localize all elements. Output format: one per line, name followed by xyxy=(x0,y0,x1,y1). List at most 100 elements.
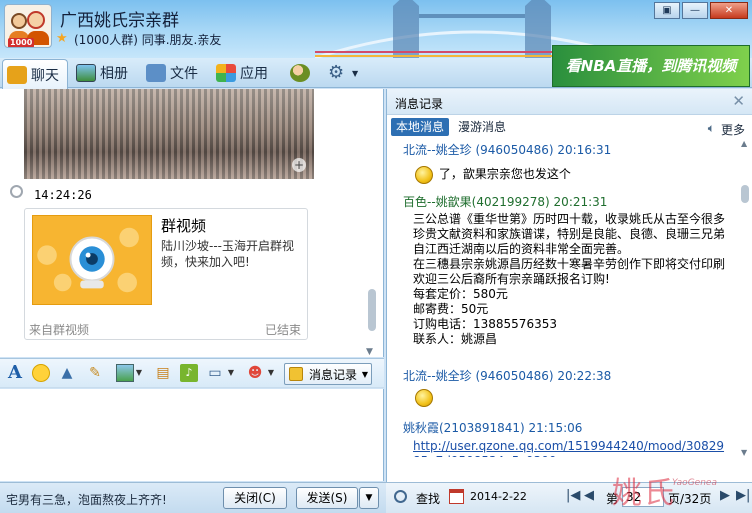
message-text: 联系人：姚源昌 xyxy=(413,332,498,346)
ad-banner[interactable]: 看NBA直播，到腾讯视频 xyxy=(552,45,750,87)
screenshot-icon[interactable]: ▭ xyxy=(206,364,224,382)
message-text: 了，歆果宗亲您也发这个 xyxy=(438,167,571,181)
zoom-in-icon[interactable]: + xyxy=(292,158,306,172)
chevron-down-icon[interactable]: ▼ xyxy=(266,364,276,382)
window-close-button[interactable]: ✕ xyxy=(710,2,748,19)
search-icon[interactable] xyxy=(394,490,407,503)
apps-grid-icon xyxy=(216,64,236,82)
page-number-input[interactable]: 32 xyxy=(622,487,664,507)
note-edit-icon[interactable]: ✎ xyxy=(86,364,104,382)
chevron-down-icon[interactable]: ▼ xyxy=(741,448,747,457)
last-page-button[interactable]: ▶| xyxy=(736,488,750,503)
font-icon[interactable]: A xyxy=(6,364,24,382)
star-icon: ★ xyxy=(56,31,68,46)
send-options-button[interactable]: ▼ xyxy=(359,487,379,509)
tab-file-label: 文件 xyxy=(170,66,198,82)
video-card-title: 群视频 xyxy=(161,217,207,235)
message-history-label: 消息记录 xyxy=(309,367,358,382)
clock-icon xyxy=(10,185,23,198)
tab-roaming-messages[interactable]: 漫游消息 xyxy=(453,118,511,136)
message-sender: 北流--姚全珍 (946050486) 20:22:38 xyxy=(403,369,612,383)
album-icon xyxy=(76,64,96,82)
message-history-button[interactable]: 消息记录 ▼ xyxy=(284,363,372,385)
chevron-down-icon[interactable]: ▼ xyxy=(366,347,373,357)
input-toolbar: A ▲ ✎ ▼ ▤ ♪ ▭ ▼ ☻ ▼ 消息记录 ▼ xyxy=(0,358,384,388)
chevron-down-icon: ▼ xyxy=(361,369,368,379)
list-item: http://user.qzone.qq.com/1519944240/mood… xyxy=(403,439,729,457)
search-label[interactable]: 查找 xyxy=(416,490,440,507)
message-text: 订购电话：13885576353 xyxy=(413,317,557,331)
tab-app-label: 应用 xyxy=(240,66,268,82)
tab-file[interactable]: 文件 xyxy=(146,59,198,87)
settings-button[interactable]: ⚙ ▼ xyxy=(328,59,362,87)
chevron-down-icon[interactable]: ▼ xyxy=(226,364,236,382)
history-header: 消息记录 ✕ xyxy=(387,89,752,115)
group-subtitle: (1000人群) 同事.朋友.亲友 xyxy=(74,33,222,47)
history-scrollbar-thumb[interactable] xyxy=(741,185,749,203)
list-item: 北流--姚全珍 (946050486) 20:16:31 xyxy=(403,141,737,158)
tab-album[interactable]: 相册 xyxy=(76,59,128,87)
history-date[interactable]: 2014-2-22 xyxy=(470,490,527,503)
list-item: 姚秋霞(2103891841) 21:15:06 xyxy=(403,419,737,436)
list-item xyxy=(403,389,737,407)
message-link[interactable]: http://user.qzone.qq.com/1519944240/mood… xyxy=(413,439,729,457)
previous-page-button[interactable]: ◀ xyxy=(584,488,594,503)
tab-chat-label: 聊天 xyxy=(31,67,59,84)
list-item: 北流--姚全珍 (946050486) 20:22:38 xyxy=(403,367,737,384)
message-text: 在三穗县宗亲姚源昌历经数十寒暑辛劳创作下即将交付印刷欢迎三公后裔所有宗亲踊跃报名… xyxy=(413,257,726,286)
chevron-up-icon[interactable]: ▲ xyxy=(741,139,747,148)
calendar-icon[interactable] xyxy=(449,489,464,504)
message-text: 每套定价：580元 xyxy=(413,287,508,301)
member-count-badge: 1000 xyxy=(8,38,35,47)
video-card-source: 来自群视频 xyxy=(29,323,90,337)
video-card-description: 陆川沙坡---玉海开启群视频，快来加入吧! xyxy=(161,239,294,269)
tab-app[interactable]: 应用 xyxy=(216,59,268,87)
chat-messages-area[interactable]: + 14:24:26 群视频 陆川沙坡---玉海开启群视频，快来加入吧! 来自群… xyxy=(0,89,384,357)
document-icon[interactable]: ▤ xyxy=(154,364,172,382)
minimize-button[interactable]: — xyxy=(682,2,708,19)
smiley-icon xyxy=(415,389,433,407)
group-photo-image[interactable] xyxy=(24,89,314,179)
history-tabs: 本地消息 漫游消息 🔈︎ 更多 xyxy=(387,116,752,138)
group-avatar[interactable]: 1000 xyxy=(4,4,52,48)
send-button[interactable]: 发送(S) xyxy=(296,487,358,509)
history-scrollbar[interactable]: ▲ ▼ xyxy=(739,139,751,457)
window-menu-button[interactable]: ▣ xyxy=(654,2,680,19)
message-input[interactable] xyxy=(0,389,384,481)
magic-expression-icon[interactable]: ☻ xyxy=(246,364,264,382)
emoji-icon[interactable] xyxy=(32,364,50,382)
close-chat-button[interactable]: 关闭(C) xyxy=(223,487,287,509)
group-title[interactable]: 广西姚氏宗亲群 xyxy=(60,6,179,31)
group-video-card[interactable]: 群视频 陆川沙坡---玉海开启群视频，快来加入吧! 来自群视频 已结束 xyxy=(24,208,308,340)
folder-icon xyxy=(146,64,166,82)
music-icon[interactable]: ♪ xyxy=(180,364,198,382)
history-footer: 查找 2014-2-22 |◀ ◀ 第 32 页/32页 ▶ ▶| xyxy=(386,482,752,513)
tab-local-messages[interactable]: 本地消息 xyxy=(391,118,450,136)
first-page-button[interactable]: |◀ xyxy=(566,488,580,503)
more-link[interactable]: 更多 xyxy=(721,121,745,138)
tab-album-label: 相册 xyxy=(100,66,128,82)
add-member-button[interactable] xyxy=(290,59,318,87)
image-icon[interactable] xyxy=(116,364,134,382)
chat-icon xyxy=(7,65,27,84)
ad-slogan[interactable]: 宅男有三急，泡面熬夜上齐齐! xyxy=(6,491,167,508)
tab-chat[interactable]: 聊天 xyxy=(2,59,68,89)
message-text: 邮寄费：50元 xyxy=(413,302,489,316)
list-item: 三公总谱《重华世第》历时四十载，收录姚氏从古至今很多珍贵文献资料和家族谱谍，特别… xyxy=(403,212,729,347)
chevron-down-icon[interactable]: ▼ xyxy=(134,364,144,382)
chat-scrollbar-thumb[interactable] xyxy=(368,289,376,331)
message-timestamp: 14:24:26 xyxy=(34,188,92,202)
history-title: 消息记录 xyxy=(395,97,444,111)
message-sender: 姚秋霞(2103891841) 21:15:06 xyxy=(403,421,583,435)
gear-icon: ⚙ xyxy=(328,62,345,83)
history-message-list[interactable]: 北流--姚全珍 (946050486) 20:16:31 了，歆果宗亲您也发这个… xyxy=(387,139,739,457)
page-total: 页/32页 xyxy=(668,492,712,506)
message-text: 三公总谱《重华世第》历时四十载，收录姚氏从古至今很多珍贵文献资料和家族谱谍，特别… xyxy=(413,212,726,256)
add-member-icon xyxy=(290,64,310,82)
close-icon[interactable]: ✕ xyxy=(732,92,745,110)
speaker-icon[interactable]: 🔈︎ xyxy=(708,121,715,136)
video-card-status: 已结束 xyxy=(264,323,301,337)
video-camera-icon xyxy=(32,215,152,305)
next-page-button[interactable]: ▶ xyxy=(720,488,730,503)
wobble-icon[interactable]: ▲ xyxy=(58,364,76,382)
